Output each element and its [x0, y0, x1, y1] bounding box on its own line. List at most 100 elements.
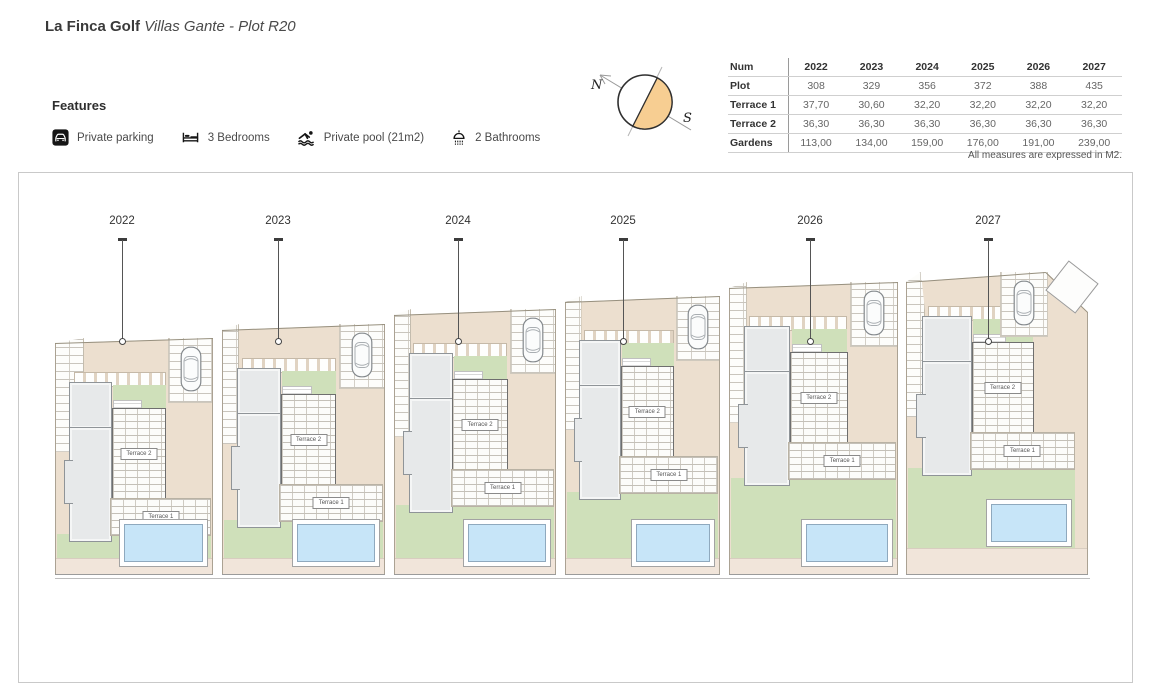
table-cell: 308: [788, 77, 844, 96]
leader-line: [988, 240, 989, 340]
table-row-label: Terrace 2: [728, 115, 788, 134]
table-header-cell: 2027: [1066, 58, 1122, 77]
table-cell: 36,30: [1066, 115, 1122, 134]
feature-label: Private pool (21m2): [324, 132, 424, 144]
pool-water: [124, 524, 203, 562]
terrace-2: Terrace 2: [452, 379, 507, 471]
table-header-cell: 2025: [955, 58, 1011, 77]
plot-year-label: 2027: [958, 215, 1018, 227]
terrace-1: Terrace 1: [788, 442, 896, 480]
plot-year-label: 2026: [780, 215, 840, 227]
house-upper-block: [237, 368, 281, 415]
terrace-2-label: Terrace 2: [462, 419, 499, 431]
plot-edge-right: [719, 296, 720, 575]
table-cell: 388: [1011, 77, 1067, 96]
terrace-1: Terrace 1: [451, 469, 555, 507]
feature-item: Private pool (21m2): [297, 129, 424, 146]
plot-edge-bottom: [394, 574, 556, 575]
features-list: Private parking3 BedroomsPrivate pool (2…: [52, 129, 540, 146]
plot-edge-right: [897, 282, 898, 575]
parking-area: [339, 324, 385, 389]
table-header-cell: Num: [728, 58, 788, 77]
plot-2027: Terrace 2Terrace 1: [906, 272, 1088, 575]
terrace-2-label: Terrace 2: [800, 392, 837, 404]
plot-edge-bottom: [906, 574, 1088, 575]
table-header-cell: 2026: [1011, 58, 1067, 77]
house-upper-block: [579, 340, 621, 387]
terrace-2: Terrace 2: [790, 352, 848, 444]
plot-2022: Terrace 2Terrace 1: [55, 338, 213, 575]
house-side-block: [231, 446, 240, 490]
measurements-table: Num202220232024202520262027Plot308329356…: [728, 58, 1122, 153]
plot-edge-left: [222, 330, 223, 575]
pool-water: [468, 524, 546, 562]
terrace-2: Terrace 2: [281, 394, 337, 486]
plot-edge-right: [1087, 312, 1088, 575]
feature-label: 2 Bathrooms: [475, 132, 540, 144]
feature-item: 2 Bathrooms: [451, 129, 540, 146]
house-side-block: [64, 460, 73, 504]
pool: [463, 519, 551, 567]
plot-edge-bottom: [55, 574, 213, 575]
table-header-cell: 2023: [844, 58, 900, 77]
table-cell: 435: [1066, 77, 1122, 96]
house-lower-block: [744, 371, 790, 486]
table-cell: 329: [844, 77, 900, 96]
house-lower-block: [237, 413, 281, 528]
terrace-1: Terrace 1: [279, 484, 383, 522]
table-cell: 36,30: [844, 115, 900, 134]
compass-south-label: S: [683, 111, 692, 126]
plot-edge-bottom: [222, 574, 385, 575]
house-upper-block: [409, 353, 453, 400]
plot-year-label: 2025: [593, 215, 653, 227]
brand-name: La Finca Golf: [45, 18, 140, 35]
house-side-block: [403, 431, 412, 475]
table-row-label: Plot: [728, 77, 788, 96]
terrace-1-label: Terrace 1: [824, 455, 861, 467]
table-cell: 37,70: [788, 96, 844, 115]
leader-line: [458, 240, 459, 340]
car-icon: [1013, 280, 1035, 326]
leader-dot: [455, 338, 462, 345]
table-cell: 30,60: [844, 96, 900, 115]
table-cell: 32,20: [1011, 96, 1067, 115]
parking-area: [676, 296, 720, 361]
table-header-cell: 2022: [788, 58, 844, 77]
leader-dot: [807, 338, 814, 345]
feature-label: Private parking: [77, 132, 154, 144]
leader-line: [623, 240, 624, 340]
terrace-1-label: Terrace 1: [650, 469, 687, 481]
table-cell: 32,20: [955, 96, 1011, 115]
leader-line: [122, 240, 123, 340]
plot-edge-left: [394, 315, 395, 575]
page-title: La Finca Golf Villas Gante - Plot R20: [45, 18, 296, 35]
pool: [631, 519, 715, 567]
table-row: Terrace 236,3036,3036,3036,3036,3036,30: [728, 115, 1122, 134]
house-lower-block: [922, 361, 971, 476]
table-row: Terrace 137,7030,6032,2032,2032,2032,20: [728, 96, 1122, 115]
plot-edge-bottom: [729, 574, 898, 575]
parking-area: [510, 309, 556, 374]
table-cell: 356: [899, 77, 955, 96]
plot-edge-right: [212, 338, 213, 575]
table-cell: 32,20: [1066, 96, 1122, 115]
shower-icon: [451, 129, 467, 146]
pool: [986, 499, 1072, 547]
parking-area: [850, 282, 898, 347]
parking-area: [1000, 272, 1048, 337]
pool-water: [806, 524, 888, 562]
house-lower-block: [579, 385, 621, 500]
features-heading: Features: [52, 98, 106, 113]
terrace-1-label: Terrace 1: [484, 482, 521, 494]
leader-dot: [985, 338, 992, 345]
car-icon: [863, 290, 885, 336]
terrace-2: Terrace 2: [112, 408, 166, 500]
plot-edge-left: [729, 288, 730, 575]
site-plan-baseline: [55, 578, 1090, 579]
house-side-block: [738, 404, 747, 448]
house-upper-block: [744, 326, 790, 373]
house-side-block: [916, 394, 926, 438]
leader-dot: [620, 338, 627, 345]
pool-water: [297, 524, 375, 562]
compass-icon: N S: [583, 56, 713, 148]
